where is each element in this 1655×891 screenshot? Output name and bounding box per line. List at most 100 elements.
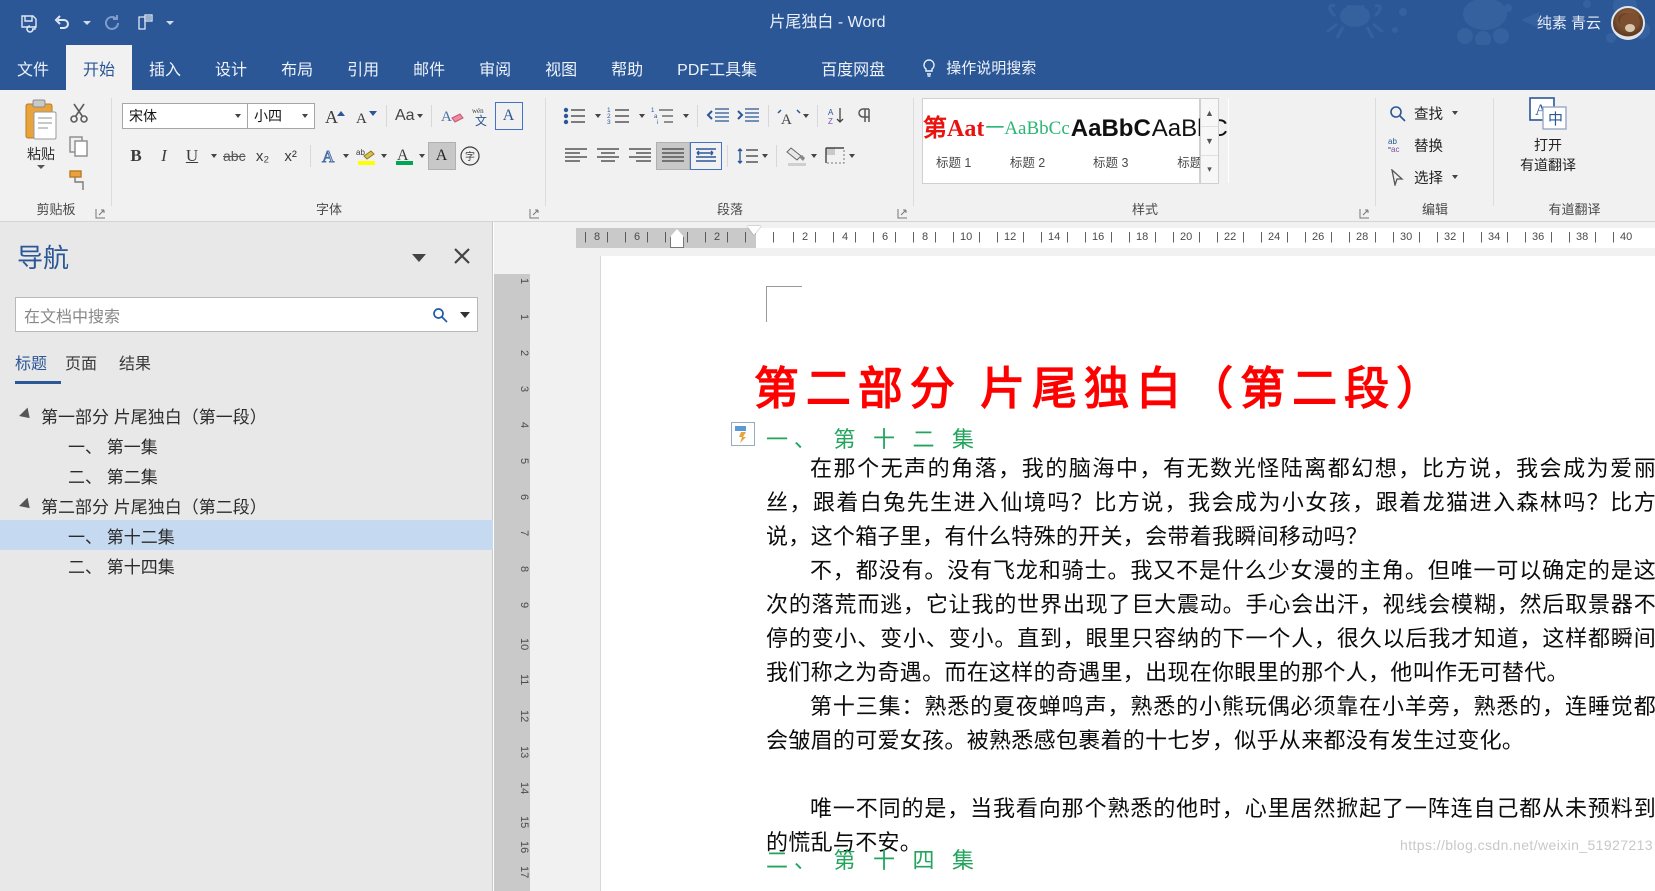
chevron-down-icon[interactable] [408, 248, 430, 268]
justify-button[interactable] [656, 142, 690, 170]
collapse-triangle-icon[interactable] [19, 497, 34, 513]
enclose-character-button[interactable]: 字 [456, 142, 484, 170]
tab-insert[interactable]: 插入 [132, 45, 198, 90]
strikethrough-button[interactable]: abc [220, 142, 249, 170]
style-heading-1[interactable]: 第Aat 标题 1 [923, 99, 986, 183]
align-left-button[interactable] [560, 142, 592, 170]
tab-layout[interactable]: 布局 [264, 45, 330, 90]
tab-baidu-netdisk[interactable]: 百度网盘 [804, 45, 902, 90]
nav-tree-item-ep2[interactable]: 二、 第二集 [0, 460, 493, 490]
font-size-dropdown-icon[interactable] [298, 114, 312, 118]
font-color-button[interactable]: A [390, 142, 428, 170]
nav-tree-item-part2[interactable]: 第二部分 片尾独白（第二段） [0, 490, 493, 520]
bold-button[interactable]: B [122, 142, 150, 170]
nav-tree-item-ep1[interactable]: 一、 第一集 [0, 430, 493, 460]
styles-gallery[interactable]: 第Aat 标题 1 一AaBbCc 标题 2 AaBbC 标题 3 AaBbC … [922, 98, 1229, 184]
asian-layout-button[interactable]: A [774, 102, 812, 130]
close-icon[interactable] [450, 244, 474, 268]
multilevel-dropdown-icon[interactable] [678, 102, 692, 130]
sort-button[interactable]: AZ [823, 102, 851, 130]
document-paragraph-3[interactable]: 第十三集：熟悉的夏夜蝉鸣声，熟悉的小熊玩偶必须靠在小羊旁，熟悉的，连睡觉都会皱眉… [766, 690, 1655, 758]
styles-scroll-down-icon[interactable]: ▼ [1201, 127, 1218, 156]
nav-tab-headings[interactable]: 标题 [15, 350, 62, 384]
vertical-ruler[interactable]: 1 1 2 3 4 5 6 7 8 9 10 11 12 13 14 15 16… [494, 256, 530, 891]
align-right-button[interactable] [624, 142, 656, 170]
nav-tree-item-ep12[interactable]: 一、 第十二集 [0, 520, 493, 550]
superscript-button[interactable]: x² [277, 142, 305, 170]
document-paragraph-1[interactable]: 在那个无声的角落，我的脑海中，有无数光怪陆离都幻想，比方说，我会成为爱丽丝，跟着… [766, 452, 1655, 554]
document-page[interactable]: 第二部分 片尾独白（第二段） 一、 第 十 二 集 在那个无声的角落，我的脑海中… [600, 256, 1655, 891]
tab-pdf-tools[interactable]: PDF工具集 [660, 45, 774, 90]
styles-gallery-scrollbar[interactable]: ▲ ▼ ▾ [1200, 98, 1219, 184]
underline-button[interactable]: U [178, 142, 206, 170]
character-shading-button[interactable]: A [427, 142, 456, 170]
nav-tree-item-part1[interactable]: 第一部分 片尾独白（第一段） [0, 400, 493, 430]
highlight-color-button[interactable]: ab [352, 142, 390, 170]
open-youdao-translate-button[interactable]: A 中 打开 有道翻译 [1504, 96, 1592, 175]
tab-design[interactable]: 设计 [198, 45, 264, 90]
paste-button[interactable]: 粘贴 [12, 98, 70, 186]
font-size-combo[interactable]: 小四 [247, 103, 315, 129]
paragraph-dialog-launcher[interactable] [897, 206, 908, 219]
bullets-dropdown-icon[interactable] [590, 102, 604, 130]
nav-tab-results[interactable]: 结果 [115, 350, 169, 384]
avatar[interactable] [1611, 5, 1645, 40]
grow-font-button[interactable]: A [321, 102, 351, 130]
underline-dropdown-icon[interactable] [206, 142, 220, 170]
decrease-indent-button[interactable] [703, 102, 733, 130]
smart-tag-icon[interactable] [731, 422, 755, 446]
italic-button[interactable]: I [150, 142, 178, 170]
numbering-button[interactable]: 123 [604, 102, 634, 130]
search-input[interactable]: 在文档中搜索 [15, 297, 478, 332]
nav-tab-pages[interactable]: 页面 [61, 350, 115, 384]
align-center-button[interactable] [592, 142, 624, 170]
select-button[interactable]: 选择 [1388, 164, 1458, 190]
font-name-dropdown-icon[interactable] [231, 114, 245, 118]
nav-tree-item-ep14[interactable]: 二、 第十四集 [0, 550, 493, 580]
tell-me-search[interactable]: 操作说明搜索 [902, 45, 1036, 90]
font-dialog-launcher[interactable] [529, 206, 540, 219]
left-indent-marker[interactable] [670, 229, 684, 248]
tab-references[interactable]: 引用 [330, 45, 396, 90]
increase-indent-button[interactable] [733, 102, 763, 130]
find-button[interactable]: 查找 [1388, 100, 1458, 126]
styles-scroll-up-icon[interactable]: ▲ [1201, 99, 1218, 128]
search-options-dropdown-icon[interactable] [453, 312, 477, 318]
style-heading-2[interactable]: 一AaBbCc 标题 2 [985, 99, 1071, 183]
clear-formatting-button[interactable]: A [437, 102, 467, 130]
document-paragraph-2[interactable]: 不，都没有。没有飞龙和骑士。我又不是什么少女漫的主角。但唯一可以确定的是这次的落… [766, 554, 1655, 690]
text-effects-button[interactable]: A [316, 142, 352, 170]
format-painter-button[interactable] [66, 168, 92, 192]
borders-button[interactable] [820, 142, 858, 170]
first-line-indent-marker[interactable] [747, 226, 761, 235]
tab-home[interactable]: 开始 [66, 45, 133, 90]
clipboard-dialog-launcher[interactable] [95, 206, 106, 219]
phonetic-guide-button[interactable]: wén 文 [467, 102, 495, 130]
search-icon[interactable] [427, 307, 453, 323]
collapse-triangle-icon[interactable] [19, 407, 34, 423]
multilevel-list-button[interactable]: 1ai [648, 102, 678, 130]
numbering-dropdown-icon[interactable] [634, 102, 648, 130]
styles-more-icon[interactable]: ▾ [1201, 156, 1218, 183]
tab-view[interactable]: 视图 [528, 45, 594, 90]
character-border-button[interactable]: A [494, 102, 523, 130]
styles-dialog-launcher[interactable] [1359, 206, 1370, 219]
replace-button[interactable]: ab ac 替换 [1388, 132, 1443, 158]
subscript-button[interactable]: x₂ [249, 142, 277, 170]
font-name-combo[interactable]: 宋体 [122, 103, 248, 129]
style-heading-3[interactable]: AaBbC 标题 3 [1071, 99, 1152, 183]
distributed-align-button[interactable] [690, 142, 722, 170]
cut-button[interactable] [66, 100, 92, 124]
shrink-font-button[interactable]: A [351, 102, 381, 130]
change-case-button[interactable]: Aa [392, 102, 426, 130]
shading-button[interactable] [782, 142, 820, 170]
tab-review[interactable]: 审阅 [462, 45, 528, 90]
bullets-button[interactable] [560, 102, 590, 130]
paste-dropdown-icon[interactable] [37, 165, 45, 169]
tab-help[interactable]: 帮助 [594, 45, 660, 90]
tab-mailings[interactable]: 邮件 [396, 45, 462, 90]
copy-button[interactable] [66, 134, 92, 158]
tab-file[interactable]: 文件 [0, 45, 66, 90]
line-spacing-button[interactable] [733, 142, 771, 170]
show-formatting-marks-button[interactable] [851, 102, 879, 130]
